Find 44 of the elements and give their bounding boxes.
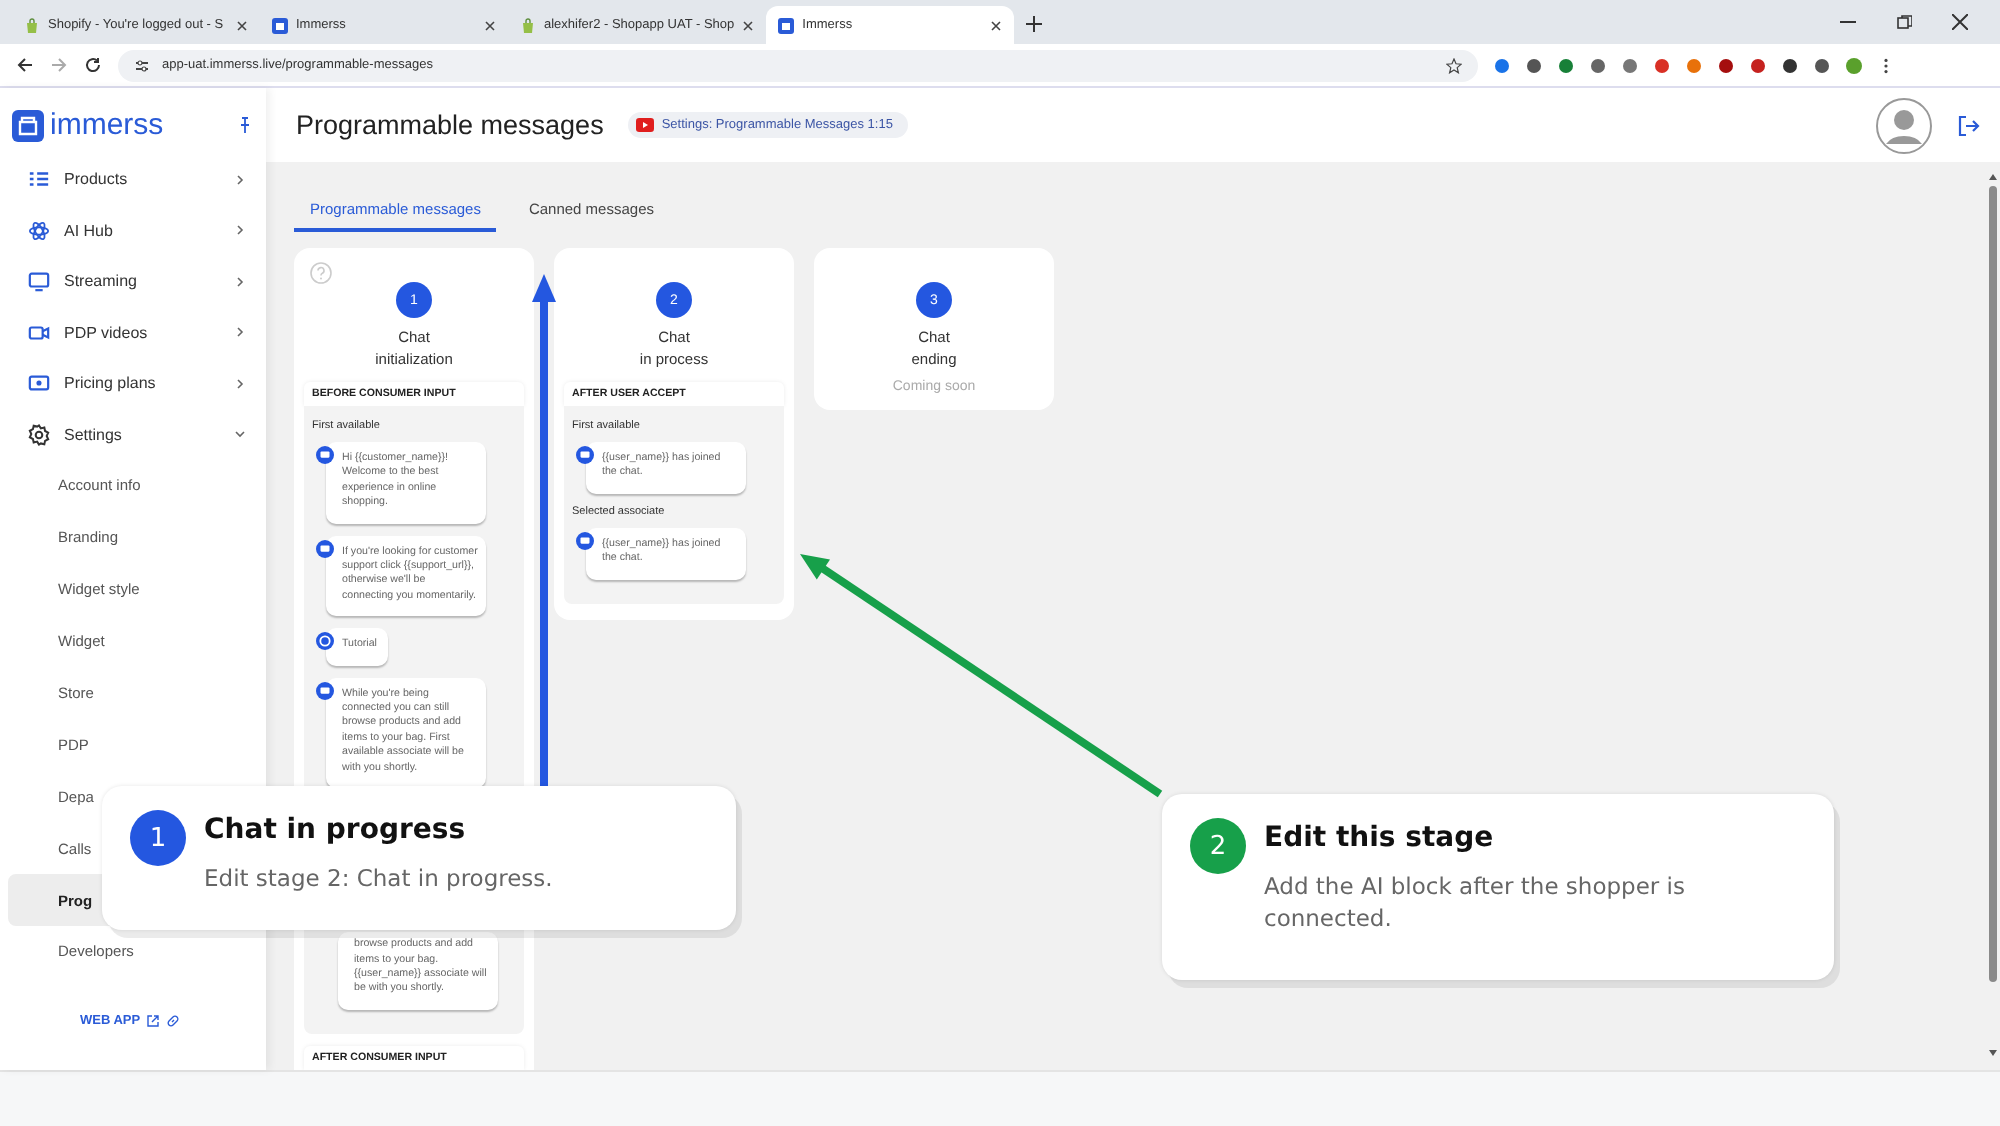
- close-icon[interactable]: [1952, 14, 1968, 30]
- settings-icon: [28, 423, 50, 446]
- brand-name: immerss: [50, 108, 166, 142]
- back-icon[interactable]: [16, 56, 34, 74]
- card-icon: [28, 372, 50, 395]
- monitor-icon: [28, 270, 50, 293]
- callout-title: Chat in progress: [204, 814, 468, 846]
- app-icon: [272, 17, 288, 33]
- video-camera-icon: [28, 321, 50, 344]
- shopping-bag-icon: [520, 17, 536, 33]
- link-icon[interactable]: [166, 1013, 181, 1028]
- menu-icon[interactable]: [1878, 57, 1894, 73]
- callout-number: 1: [130, 810, 186, 866]
- app-icon: [778, 17, 795, 33]
- atom-icon: [28, 219, 50, 242]
- restore-icon[interactable]: [1896, 14, 1912, 30]
- callout-text: Edit stage 2: Chat in progress.: [204, 862, 553, 894]
- close-tab-icon[interactable]: [742, 19, 755, 31]
- star-icon[interactable]: [1446, 57, 1462, 73]
- reload-icon[interactable]: [84, 56, 102, 74]
- pin-icon[interactable]: [236, 116, 254, 134]
- close-tab-icon[interactable]: [990, 19, 1003, 31]
- sidebar-item[interactable]: Streaming: [0, 256, 266, 307]
- logo-icon: [12, 109, 44, 141]
- list-icon: [28, 168, 50, 191]
- callout-title: Edit this stage: [1264, 822, 1496, 854]
- external-link-icon[interactable]: [146, 1013, 161, 1028]
- callout-number: 2: [1190, 818, 1246, 874]
- callout-text: Add the AI block after the shopper is connected.: [1264, 870, 1687, 934]
- avatar-icon[interactable]: [1876, 97, 1932, 153]
- profile-icon[interactable]: [1846, 57, 1862, 73]
- shopping-bag-icon: [24, 17, 40, 33]
- sidebar-item[interactable]: Pricing plans: [0, 358, 266, 409]
- sidebar-item[interactable]: Settings: [0, 409, 266, 460]
- new-tab-icon[interactable]: [1026, 16, 1043, 32]
- close-tab-icon[interactable]: [484, 19, 496, 31]
- play-icon: [635, 118, 654, 132]
- sidebar-item[interactable]: PDP videos: [0, 307, 266, 358]
- logout-icon[interactable]: [1956, 113, 1980, 137]
- sidebar-item[interactable]: Products: [0, 162, 266, 205]
- close-tab-icon[interactable]: [236, 19, 248, 31]
- sidebar-item[interactable]: AI Hub: [0, 205, 266, 256]
- page-title: Programmable messages: [296, 110, 604, 140]
- site-info-icon[interactable]: [134, 57, 150, 73]
